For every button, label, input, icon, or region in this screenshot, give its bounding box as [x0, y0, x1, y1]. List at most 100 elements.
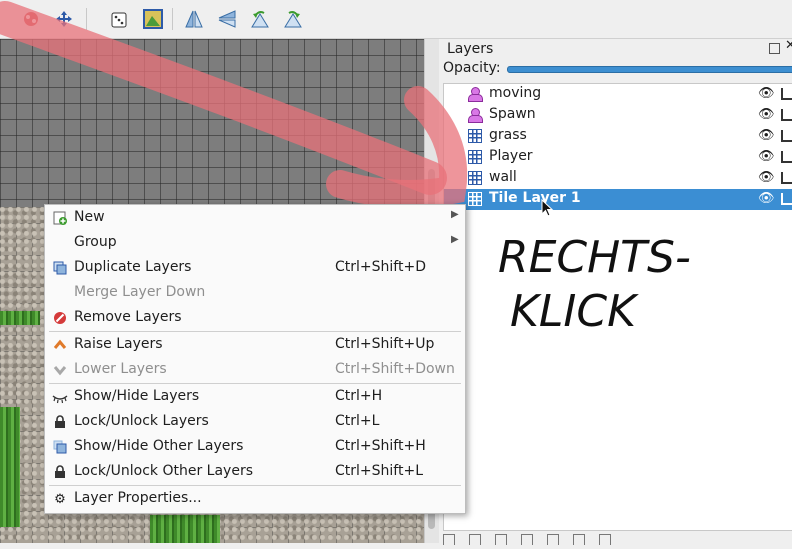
grass-tile: [0, 311, 40, 325]
eye-icon[interactable]: 👁: [758, 86, 775, 101]
random-mode-icon[interactable]: [18, 6, 44, 32]
menu-item-group[interactable]: Group ▶: [45, 231, 465, 255]
layer-row-wall[interactable]: wall 👁: [444, 168, 792, 189]
flip-horizontal-icon[interactable]: [181, 6, 207, 32]
new-layer-icon[interactable]: [443, 534, 455, 545]
lock-icon: [52, 414, 68, 430]
layers-panel: Layers ✕ Opacity: moving 👁 Spawn 👁 grass…: [439, 38, 792, 545]
menu-item-duplicate-layers[interactable]: Duplicate Layers Ctrl+Shift+D: [45, 256, 465, 280]
layer-row-spawn[interactable]: Spawn 👁: [444, 105, 792, 126]
menu-label: Lock/Unlock Other Layers: [74, 463, 253, 479]
menu-item-raise-layers[interactable]: Raise Layers Ctrl+Shift+Up: [45, 333, 465, 357]
panel-title: Layers: [447, 41, 494, 57]
layer-context-menu: New ▶ Group ▶ Duplicate Layers Ctrl+Shif…: [44, 204, 466, 514]
menu-shortcut: Ctrl+Shift+Down: [335, 361, 455, 377]
menu-label: Layer Properties...: [74, 490, 202, 506]
remove-icon: [52, 310, 68, 326]
menu-item-merge-layer-down[interactable]: Merge Layer Down: [45, 281, 465, 305]
remove-icon[interactable]: [547, 534, 559, 545]
menu-item-show-hide-layers[interactable]: Show/Hide Layers Ctrl+H: [45, 385, 465, 409]
layer-action-icon[interactable]: [573, 534, 585, 545]
rotate-right-icon[interactable]: [280, 6, 306, 32]
tile-layer-icon: [468, 171, 482, 185]
main-toolbar: [0, 0, 792, 39]
grass-tile: [150, 515, 220, 543]
layer-row-grass[interactable]: grass 👁: [444, 126, 792, 147]
lock-icon: [52, 464, 68, 480]
menu-shortcut: Ctrl+H: [335, 388, 383, 404]
menu-label: New: [74, 209, 105, 225]
dice-icon[interactable]: [107, 6, 133, 32]
layer-name: grass: [489, 127, 527, 143]
menu-label: Show/Hide Layers: [74, 388, 200, 404]
opacity-slider[interactable]: [507, 66, 792, 73]
layer-name: Player: [489, 148, 533, 164]
menu-shortcut: Ctrl+Shift+L: [335, 463, 423, 479]
eye-icon[interactable]: 👁: [758, 128, 775, 143]
menu-item-layer-properties[interactable]: ⚙ Layer Properties...: [45, 487, 465, 511]
menu-shortcut: Ctrl+L: [335, 413, 380, 429]
raise-icon: [52, 337, 68, 353]
duplicate-icon: [52, 260, 68, 276]
tile-layer-icon: [468, 192, 482, 206]
menu-label: Lock/Unlock Layers: [74, 413, 209, 429]
layer-action-icon[interactable]: [469, 534, 481, 545]
toolbar-separator: [172, 8, 173, 30]
lock-icon[interactable]: [599, 534, 611, 545]
hide-eye-icon: [52, 389, 68, 405]
close-panel-icon[interactable]: ✕: [785, 38, 792, 53]
menu-separator: [49, 331, 461, 332]
menu-separator: [49, 485, 461, 486]
layer-name: moving: [489, 85, 542, 101]
menu-separator: [49, 383, 461, 384]
tile-layer-icon: [468, 150, 482, 164]
layer-actions-bar: [443, 533, 783, 545]
lock-icon[interactable]: [781, 151, 792, 163]
layer-list: moving 👁 Spawn 👁 grass 👁 Player 👁 wall 👁: [443, 83, 792, 531]
layer-row-player[interactable]: Player 👁: [444, 147, 792, 168]
layer-name: Spawn: [489, 106, 536, 122]
gear-icon: ⚙: [54, 491, 66, 507]
terrain-icon[interactable]: [140, 6, 166, 32]
opacity-label: Opacity:: [443, 60, 501, 76]
layer-row-moving[interactable]: moving 👁: [444, 84, 792, 105]
menu-label: Remove Layers: [74, 309, 182, 325]
float-panel-icon[interactable]: [769, 43, 780, 54]
rotate-left-icon[interactable]: [247, 6, 273, 32]
lock-icon[interactable]: [781, 193, 792, 205]
menu-label: Show/Hide Other Layers: [74, 438, 244, 454]
menu-item-show-hide-other-layers[interactable]: Show/Hide Other Layers Ctrl+Shift+H: [45, 435, 465, 459]
lock-icon[interactable]: [781, 130, 792, 142]
menu-item-new[interactable]: New ▶: [45, 206, 465, 230]
flip-vertical-icon[interactable]: [214, 6, 240, 32]
eye-icon[interactable]: 👁: [758, 191, 775, 206]
lock-icon[interactable]: [781, 88, 792, 100]
new-layer-icon: [52, 210, 68, 226]
eye-icon[interactable]: 👁: [758, 149, 775, 164]
menu-label: Duplicate Layers: [74, 259, 192, 275]
menu-item-lock-unlock-other-layers[interactable]: Lock/Unlock Other Layers Ctrl+Shift+L: [45, 460, 465, 484]
eye-icon[interactable]: 👁: [758, 107, 775, 122]
move-icon[interactable]: [51, 6, 77, 32]
mouse-cursor-icon: [541, 199, 554, 217]
toolbar-separator: [86, 8, 87, 30]
lock-icon[interactable]: [781, 172, 792, 184]
layer-action-icon[interactable]: [495, 534, 507, 545]
menu-label: Raise Layers: [74, 336, 163, 352]
eye-icon[interactable]: 👁: [758, 170, 775, 185]
submenu-arrow-icon: ▶: [451, 209, 459, 220]
menu-label: Group: [74, 234, 117, 250]
layer-row-tile-layer-1[interactable]: Tile Layer 1 👁: [444, 189, 792, 210]
menu-item-lower-layers[interactable]: Lower Layers Ctrl+Shift+Down: [45, 358, 465, 382]
submenu-arrow-icon: ▶: [451, 234, 459, 245]
menu-item-remove-layers[interactable]: Remove Layers: [45, 306, 465, 330]
other-layers-icon: [52, 439, 68, 455]
menu-label: Lower Layers: [74, 361, 167, 377]
tile-layer-icon: [468, 129, 482, 143]
object-layer-icon: [468, 87, 483, 102]
lock-icon[interactable]: [781, 109, 792, 121]
layer-name: Tile Layer 1: [489, 190, 581, 206]
menu-shortcut: Ctrl+Shift+H: [335, 438, 426, 454]
layer-action-icon[interactable]: [521, 534, 533, 545]
menu-item-lock-unlock-layers[interactable]: Lock/Unlock Layers Ctrl+L: [45, 410, 465, 434]
